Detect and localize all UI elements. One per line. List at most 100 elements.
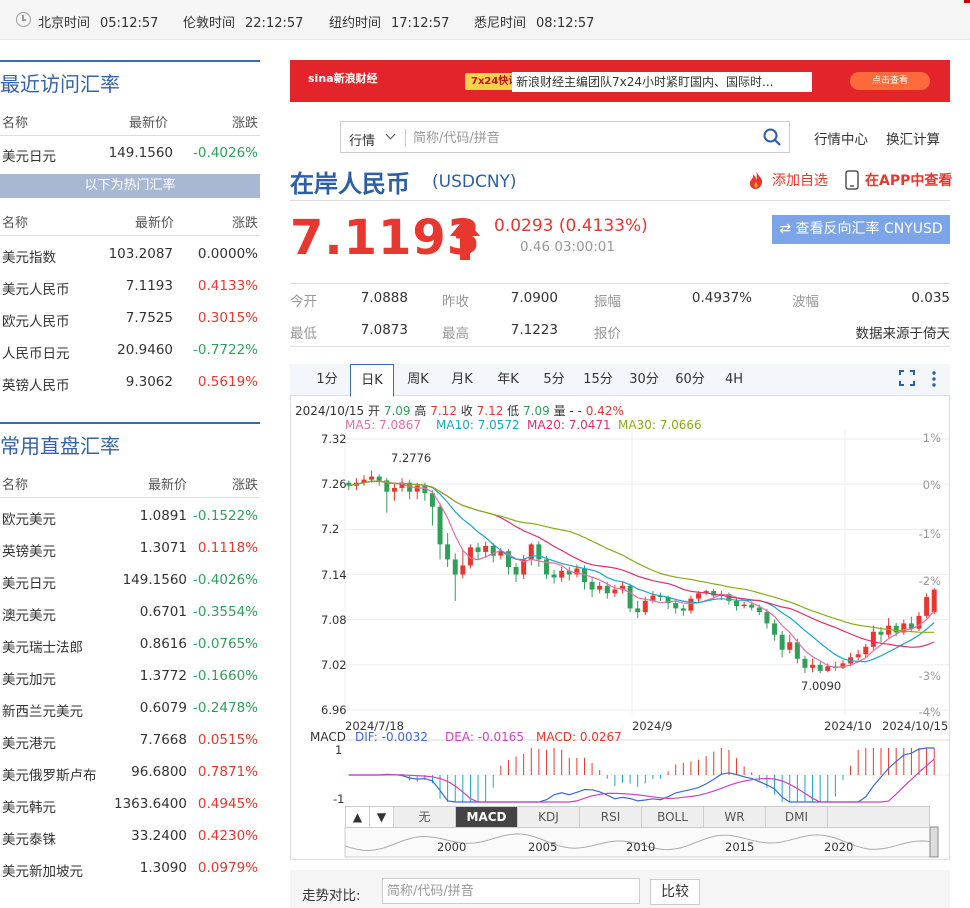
rate-row[interactable]: 英镑美元 1.3071 0.1118% <box>0 532 260 564</box>
market-center-link[interactable]: 行情中心 <box>814 128 868 148</box>
rate-row[interactable]: 美元俄罗斯卢布 96.6800 0.7871% <box>0 756 260 788</box>
recent-row[interactable]: 美元日元 149.1560 -0.4026% <box>0 137 260 169</box>
rate-name[interactable]: 美元韩元 <box>2 796 56 816</box>
recent-rates-title: 最近访问汇率 <box>0 60 260 100</box>
tab-period[interactable]: 年K <box>488 364 528 396</box>
kline-chart[interactable] <box>291 430 949 870</box>
compare-button[interactable]: 比较 <box>650 879 700 905</box>
rate-row[interactable]: 澳元美元 0.6701 -0.3554% <box>0 596 260 628</box>
indicator-tab[interactable]: WR <box>704 807 766 827</box>
rate-row[interactable]: 欧元美元 1.0891 -0.1522% <box>0 500 260 532</box>
tab-period[interactable]: 4H <box>714 364 754 396</box>
rate-name[interactable]: 英镑人民币 <box>2 374 70 394</box>
rate-row[interactable]: 美元新加坡元 1.3090 0.0979% <box>0 852 260 884</box>
rate-name[interactable]: 美元港元 <box>2 732 56 752</box>
up-arrow-icon <box>450 218 480 260</box>
rate-row[interactable]: 人民币日元 20.9460 -0.7722% <box>0 334 260 366</box>
rate-name[interactable]: 欧元美元 <box>2 508 56 528</box>
tab-period[interactable]: 5分 <box>534 364 574 396</box>
more-icon[interactable] <box>930 370 938 388</box>
rate-name[interactable]: 美元日元 <box>2 572 56 592</box>
tab-period[interactable]: 1分 <box>308 364 346 396</box>
rate-row[interactable]: 美元韩元 1363.6400 0.4945% <box>0 788 260 820</box>
exchange-calc-link[interactable]: 换汇计算 <box>886 128 940 148</box>
rate-name[interactable]: 美元俄罗斯卢布 <box>2 764 97 784</box>
fullscreen-icon[interactable] <box>899 370 915 386</box>
rate-name[interactable]: 新西兰元美元 <box>2 700 83 720</box>
stat-label: 昨收 <box>442 294 469 310</box>
stat-label: 振幅 <box>594 294 621 310</box>
rate-row[interactable]: 美元日元 149.1560 -0.4026% <box>0 564 260 596</box>
sina-logo: sina新浪财经 <box>308 72 378 85</box>
candle <box>817 664 823 671</box>
rate-price: 7.1193 <box>125 278 173 294</box>
banner-message[interactable]: 新浪财经主编团队7x24小时紧盯国内、国际时... <box>512 72 812 92</box>
rate-row[interactable]: 英镑人民币 9.3062 0.5619% <box>0 366 260 398</box>
scroll-up-button[interactable]: ▲ <box>346 807 370 827</box>
compare-bar: 走势对比: 比较 <box>290 870 950 908</box>
rate-name[interactable]: 美元加元 <box>2 668 56 688</box>
tab-period[interactable]: 60分 <box>668 364 712 396</box>
indicator-tab[interactable]: MACD <box>456 807 518 827</box>
tab-period[interactable]: 日K <box>350 364 394 397</box>
chevron-down-icon[interactable] <box>385 129 396 140</box>
x-tick-label: 2024/9 <box>632 719 673 733</box>
indicator-tab[interactable]: RSI <box>580 807 642 827</box>
app-view-link[interactable]: 在APP中查看 <box>865 170 952 190</box>
rate-name[interactable]: 欧元人民币 <box>2 310 70 330</box>
ma-line-10 <box>348 480 935 663</box>
search-icon[interactable] <box>763 128 781 146</box>
rate-name[interactable]: 澳元美元 <box>2 604 56 624</box>
banner-button[interactable]: 点击查看 <box>850 72 930 90</box>
rate-name[interactable]: 美元日元 <box>2 145 56 165</box>
rate-change: -0.1660% <box>193 668 258 684</box>
rate-row[interactable]: 美元港元 7.7668 0.0515% <box>0 724 260 756</box>
rate-row[interactable]: 美元加元 1.3772 -0.1660% <box>0 660 260 692</box>
search-box: 行情 <box>340 121 790 153</box>
tab-period[interactable]: 月K <box>442 364 482 396</box>
rate-name[interactable]: 美元泰铢 <box>2 828 56 848</box>
rate-price: 103.2087 <box>108 246 173 262</box>
col-change: 涨跌 <box>231 478 258 493</box>
candle <box>931 589 937 613</box>
flame-icon[interactable] <box>746 170 766 190</box>
reverse-rate-button[interactable]: ⇄ 查看反向汇率 CNYUSD <box>772 215 950 244</box>
rate-row[interactable]: 欧元人民币 7.7525 0.3015% <box>0 302 260 334</box>
rate-name[interactable]: 美元指数 <box>2 246 56 266</box>
col-price: 最新价 <box>128 116 168 131</box>
y-tick-label: 7.02 <box>321 657 347 672</box>
indicator-tab[interactable]: 无 <box>394 807 456 827</box>
col-change: 涨跌 <box>231 216 258 231</box>
currency-code: (USDCNY) <box>432 172 517 192</box>
news-banner[interactable]: sina新浪财经 7x24快讯 新浪财经主编团队7x24小时紧盯国内、国际时..… <box>290 60 950 102</box>
indicator-tab[interactable]: BOLL <box>642 807 704 827</box>
pct-tick-label: -1% <box>918 527 941 541</box>
rate-row[interactable]: 新西兰元美元 0.6079 -0.2478% <box>0 692 260 724</box>
rate-name[interactable]: 英镑美元 <box>2 540 56 560</box>
search-input[interactable] <box>413 127 743 149</box>
scroll-down-button[interactable]: ▼ <box>370 807 394 827</box>
add-favorite-button[interactable]: 添加自选 <box>772 170 828 190</box>
rate-price: 149.1560 <box>108 145 173 161</box>
col-name: 名称 <box>2 478 29 493</box>
rate-price: 1.3772 <box>139 668 187 684</box>
rate-row[interactable]: 美元瑞士法郎 0.8616 -0.0765% <box>0 628 260 660</box>
rate-row[interactable]: 美元指数 103.2087 0.0000% <box>0 238 260 270</box>
indicator-tab[interactable]: DMI <box>766 807 828 827</box>
search-category-select[interactable]: 行情 <box>349 130 375 149</box>
rate-name[interactable]: 美元瑞士法郎 <box>2 636 83 656</box>
pct-tick-label: 1% <box>922 431 941 445</box>
rate-name[interactable]: 人民币日元 <box>2 342 70 362</box>
pct-tick-label: 0% <box>922 478 941 492</box>
candle <box>787 642 793 650</box>
tab-period[interactable]: 15分 <box>578 364 618 396</box>
rate-row[interactable]: 美元人民币 7.1193 0.4133% <box>0 270 260 302</box>
rate-name[interactable]: 美元新加坡元 <box>2 860 83 880</box>
rate-name[interactable]: 美元人民币 <box>2 278 70 298</box>
candle <box>391 487 397 492</box>
compare-input[interactable] <box>382 878 640 904</box>
indicator-tab[interactable]: KDJ <box>518 807 580 827</box>
tab-period[interactable]: 周K <box>398 364 438 396</box>
rate-row[interactable]: 美元泰铢 33.2400 0.4230% <box>0 820 260 852</box>
tab-period[interactable]: 30分 <box>622 364 666 396</box>
